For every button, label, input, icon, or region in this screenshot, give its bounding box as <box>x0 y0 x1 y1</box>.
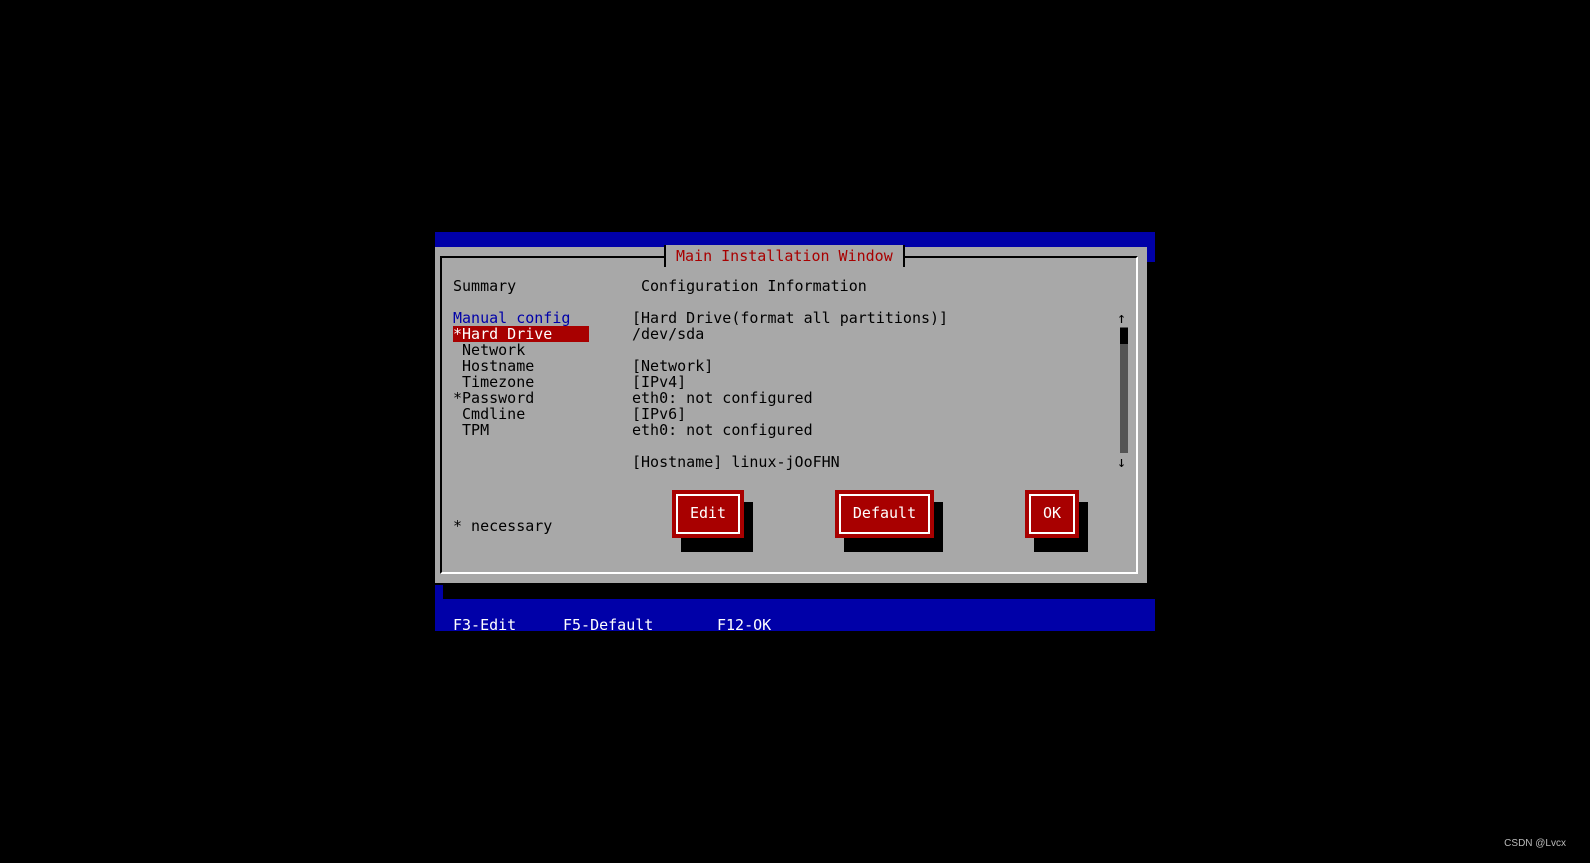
window-shadow <box>443 583 1155 599</box>
scroll-down-arrow-icon[interactable]: ↓ <box>1117 454 1126 470</box>
info-line: /dev/sda <box>632 325 705 343</box>
window-title: Main Installation Window <box>676 247 893 265</box>
config-heading: Configuration Information <box>641 277 867 295</box>
info-line <box>632 342 1102 358</box>
shortcut-bar <box>435 599 1155 631</box>
default-button-label: Default <box>852 504 917 522</box>
info-line: [Hard Drive(format all partitions)] <box>632 309 949 327</box>
watermark: CSDN @Lvcx <box>1504 838 1566 849</box>
menu-item-tpm[interactable]: TPM <box>453 422 589 438</box>
shortcut-edit: F3-Edit <box>453 616 517 634</box>
info-line: eth0: not configured <box>632 389 813 407</box>
info-line: eth0: not configured <box>632 421 813 439</box>
scroll-up-arrow-icon[interactable]: ↑ <box>1117 310 1126 326</box>
info-line: [IPv6] <box>632 405 687 423</box>
necessary-note: * necessary <box>453 517 553 535</box>
menu-item-password[interactable]: *Password <box>453 390 589 406</box>
ok-button-label: OK <box>1042 504 1062 522</box>
edit-button[interactable]: Edit <box>672 490 744 538</box>
summary-heading: Summary <box>453 277 517 295</box>
shortcut-default: F5-Default <box>563 616 654 634</box>
menu-item-timezone[interactable]: Timezone <box>453 374 589 390</box>
window-title-box: Main Installation Window <box>664 245 905 267</box>
info-line: [Hostname] linux-jOoFHN <box>632 453 840 471</box>
scrollbar-track[interactable] <box>1120 327 1128 453</box>
menu-item-hard-drive[interactable]: *Hard Drive <box>453 326 589 342</box>
default-button[interactable]: Default <box>835 490 934 538</box>
shortcut-ok: F12-OK <box>717 616 772 634</box>
info-line: [Network] <box>632 357 714 375</box>
menu-group-manual-config: Manual config <box>453 309 571 327</box>
summary-menu: Manual config *Hard Drive Network Hostna… <box>453 310 589 438</box>
menu-item-cmdline[interactable]: Cmdline <box>453 406 589 422</box>
menu-item-network[interactable]: Network <box>453 342 589 358</box>
scrollbar-thumb[interactable] <box>1120 328 1128 344</box>
info-line: [IPv4] <box>632 373 687 391</box>
info-line <box>632 438 1102 454</box>
menu-item-hostname[interactable]: Hostname <box>453 358 589 374</box>
configuration-info-panel: [Hard Drive(format all partitions)] /dev… <box>632 310 1102 470</box>
ok-button[interactable]: OK <box>1025 490 1079 538</box>
edit-button-label: Edit <box>689 504 727 522</box>
